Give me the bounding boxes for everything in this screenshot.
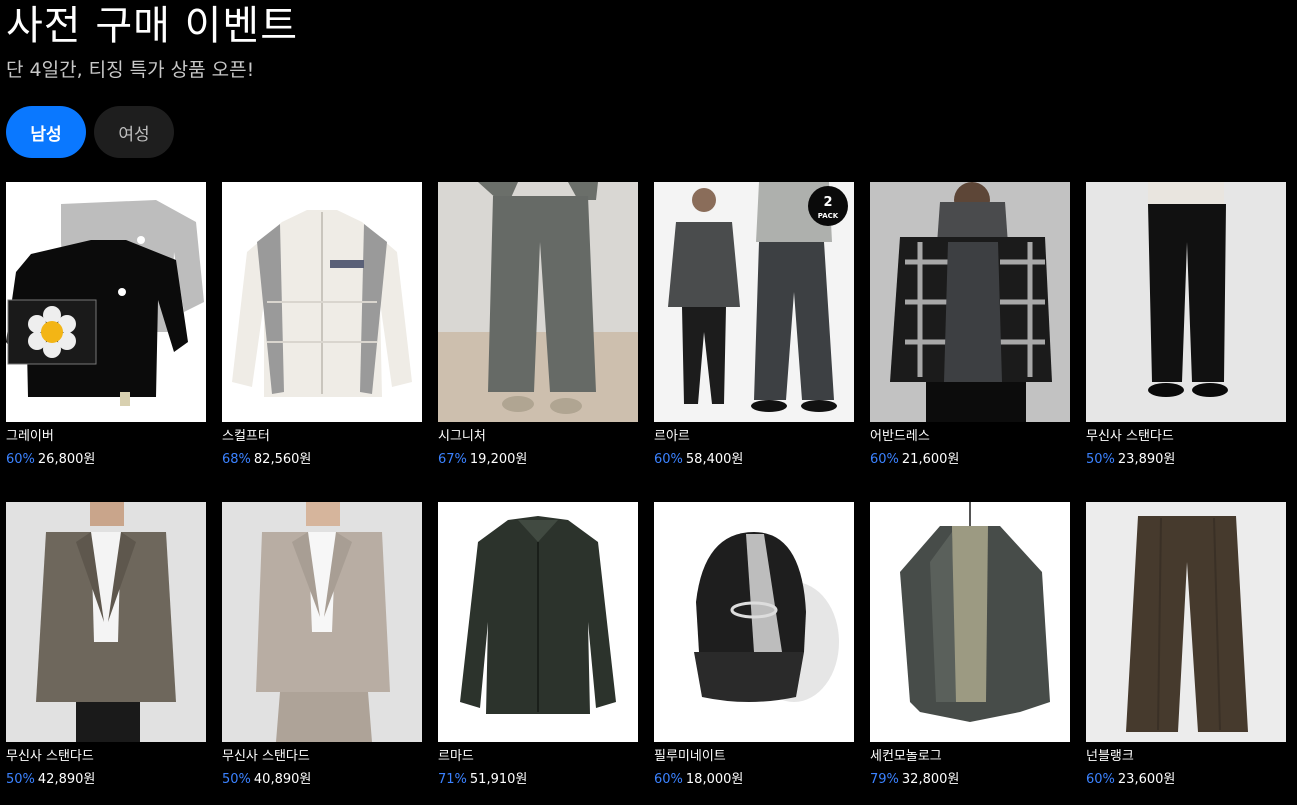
sale-price: 18,000원 — [685, 772, 744, 787]
product-image[interactable] — [222, 182, 422, 422]
product-image[interactable] — [1086, 182, 1286, 422]
product-brand: 어반드레스 — [870, 429, 930, 444]
product-image[interactable]: 2 PACK — [654, 182, 854, 422]
sale-price: 21,600원 — [901, 452, 960, 467]
sale-price: 42,890원 — [37, 772, 96, 787]
product-brand: 넌블랭크 — [1086, 749, 1134, 764]
product-brand: 세컨모놀로그 — [870, 749, 942, 764]
product-image[interactable] — [654, 502, 854, 742]
product-image[interactable] — [1086, 502, 1286, 742]
discount-rate: 60% — [654, 772, 683, 787]
sale-price: 51,910원 — [469, 772, 528, 787]
product-pricing: 68% 82,560원 — [222, 451, 311, 469]
sale-price: 32,800원 — [901, 772, 960, 787]
product-image[interactable] — [222, 502, 422, 742]
product-pricing: 60% 18,000원 — [654, 771, 743, 789]
product-card[interactable]: 넌블랭크 60% 23,600원 — [1086, 502, 1286, 798]
tab-men[interactable]: 남성 — [6, 106, 86, 158]
product-image[interactable] — [6, 182, 206, 422]
product-brand: 르마드 — [438, 749, 474, 764]
discount-rate: 50% — [6, 772, 35, 787]
product-card[interactable]: 어반드레스 60% 21,600원 — [870, 182, 1070, 478]
gender-tabs: 남성 여성 — [6, 106, 174, 158]
product-card[interactable]: 르마드 71% 51,910원 — [438, 502, 638, 798]
product-brand: 필루미네이트 — [654, 749, 726, 764]
product-image[interactable] — [6, 502, 206, 742]
sale-price: 26,800원 — [37, 452, 96, 467]
page-subtitle: 단 4일간, 티징 특가 상품 오픈! — [6, 59, 255, 81]
page-title: 사전 구매 이벤트 — [6, 3, 299, 49]
product-pricing: 60% 26,800원 — [6, 451, 95, 469]
discount-rate: 79% — [870, 772, 899, 787]
product-image[interactable] — [870, 502, 1070, 742]
sale-price: 23,890원 — [1117, 452, 1176, 467]
product-brand: 무신사 스탠다드 — [1086, 429, 1174, 444]
product-pricing: 50% 40,890원 — [222, 771, 311, 789]
product-card[interactable]: 2 PACK 르아르 60% 58,400원 — [654, 182, 854, 478]
product-card[interactable]: 필루미네이트 60% 18,000원 — [654, 502, 854, 798]
badge-pack: PACK — [818, 212, 839, 220]
sale-price: 23,600원 — [1117, 772, 1176, 787]
product-pricing: 60% 21,600원 — [870, 451, 959, 469]
sale-price: 82,560원 — [253, 452, 312, 467]
discount-rate: 50% — [222, 772, 251, 787]
product-pricing: 50% 23,890원 — [1086, 451, 1175, 469]
product-card[interactable]: 시그니처 67% 19,200원 — [438, 182, 638, 478]
product-pricing: 60% 23,600원 — [1086, 771, 1175, 789]
discount-rate: 60% — [870, 452, 899, 467]
product-card[interactable]: 스컬프터 68% 82,560원 — [222, 182, 422, 478]
product-pricing: 67% 19,200원 — [438, 451, 527, 469]
product-pricing: 60% 58,400원 — [654, 451, 743, 469]
product-card[interactable]: 무신사 스탠다드 50% 40,890원 — [222, 502, 422, 798]
discount-rate: 71% — [438, 772, 467, 787]
product-image[interactable] — [438, 182, 638, 422]
tab-women[interactable]: 여성 — [94, 106, 174, 158]
discount-rate: 67% — [438, 452, 467, 467]
sale-price: 19,200원 — [469, 452, 528, 467]
product-brand: 스컬프터 — [222, 429, 270, 444]
discount-rate: 60% — [1086, 772, 1115, 787]
product-brand: 무신사 스탠다드 — [222, 749, 310, 764]
discount-rate: 60% — [654, 452, 683, 467]
product-brand: 시그니처 — [438, 429, 486, 444]
product-card[interactable]: 무신사 스탠다드 50% 23,890원 — [1086, 182, 1286, 478]
discount-rate: 60% — [6, 452, 35, 467]
product-image[interactable] — [438, 502, 638, 742]
discount-rate: 68% — [222, 452, 251, 467]
product-pricing: 71% 51,910원 — [438, 771, 527, 789]
product-brand: 그레이버 — [6, 429, 54, 444]
sale-price: 58,400원 — [685, 452, 744, 467]
discount-rate: 50% — [1086, 452, 1115, 467]
sale-price: 40,890원 — [253, 772, 312, 787]
product-pricing: 50% 42,890원 — [6, 771, 95, 789]
product-card[interactable]: 무신사 스탠다드 50% 42,890원 — [6, 502, 206, 798]
product-brand: 르아르 — [654, 429, 690, 444]
product-brand: 무신사 스탠다드 — [6, 749, 94, 764]
page: 사전 구매 이벤트 단 4일간, 티징 특가 상품 오픈! 남성 여성 그레이버… — [0, 0, 1297, 805]
product-card[interactable]: 그레이버 60% 26,800원 — [6, 182, 206, 478]
product-card[interactable]: 세컨모놀로그 79% 32,800원 — [870, 502, 1070, 798]
badge-count: 2 — [823, 195, 832, 210]
product-image[interactable] — [870, 182, 1070, 422]
product-pricing: 79% 32,800원 — [870, 771, 959, 789]
